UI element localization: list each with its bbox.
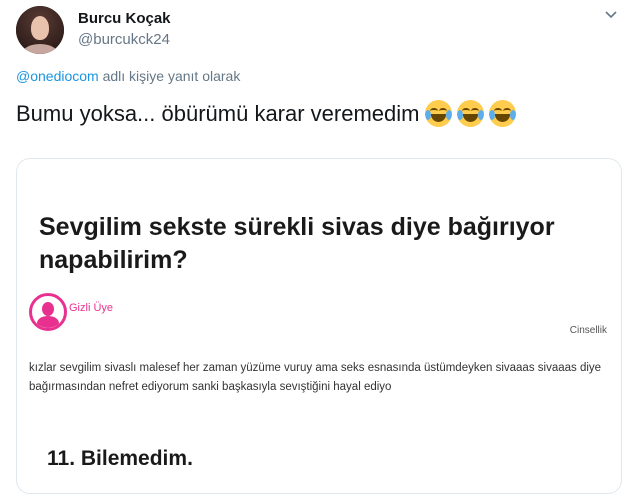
author-handle[interactable]: @burcukck24 xyxy=(78,31,170,48)
reply-context: @onediocom adlı kişiye yanıt olarak xyxy=(16,68,240,84)
reply-context-text: adlı kişiye yanıt olarak xyxy=(98,68,241,84)
poster-name: Gizli Üye xyxy=(69,302,114,314)
face-with-tears-of-joy-icon xyxy=(456,100,484,127)
tweet-text-content: Bumu yoksa... öbürümü karar veremedim xyxy=(16,100,420,126)
face-with-tears-of-joy-icon xyxy=(424,100,452,127)
author-name[interactable]: Burcu Koçak xyxy=(78,10,171,27)
chevron-down-icon[interactable] xyxy=(604,10,618,20)
attached-image-card[interactable]: Sevgilim sekste sürekli sivas diye bağır… xyxy=(16,158,622,494)
reply-mention-link[interactable]: @onediocom xyxy=(16,68,99,84)
answer-label: 11. Bilemedim. xyxy=(47,447,193,470)
anonymous-user-icon xyxy=(29,293,67,331)
face-with-tears-of-joy-icon xyxy=(488,100,516,127)
question-title: Sevgilim sekste sürekli sivas diye bağır… xyxy=(39,213,555,274)
author-avatar[interactable] xyxy=(16,6,64,54)
question-body: kızlar sevgilim sivaslı malesef her zama… xyxy=(29,362,602,393)
tweet-text: Bumu yoksa... öbürümü karar veremedim xyxy=(16,100,516,127)
category-label: Cinsellik xyxy=(569,325,607,336)
avatar-face xyxy=(31,16,49,40)
